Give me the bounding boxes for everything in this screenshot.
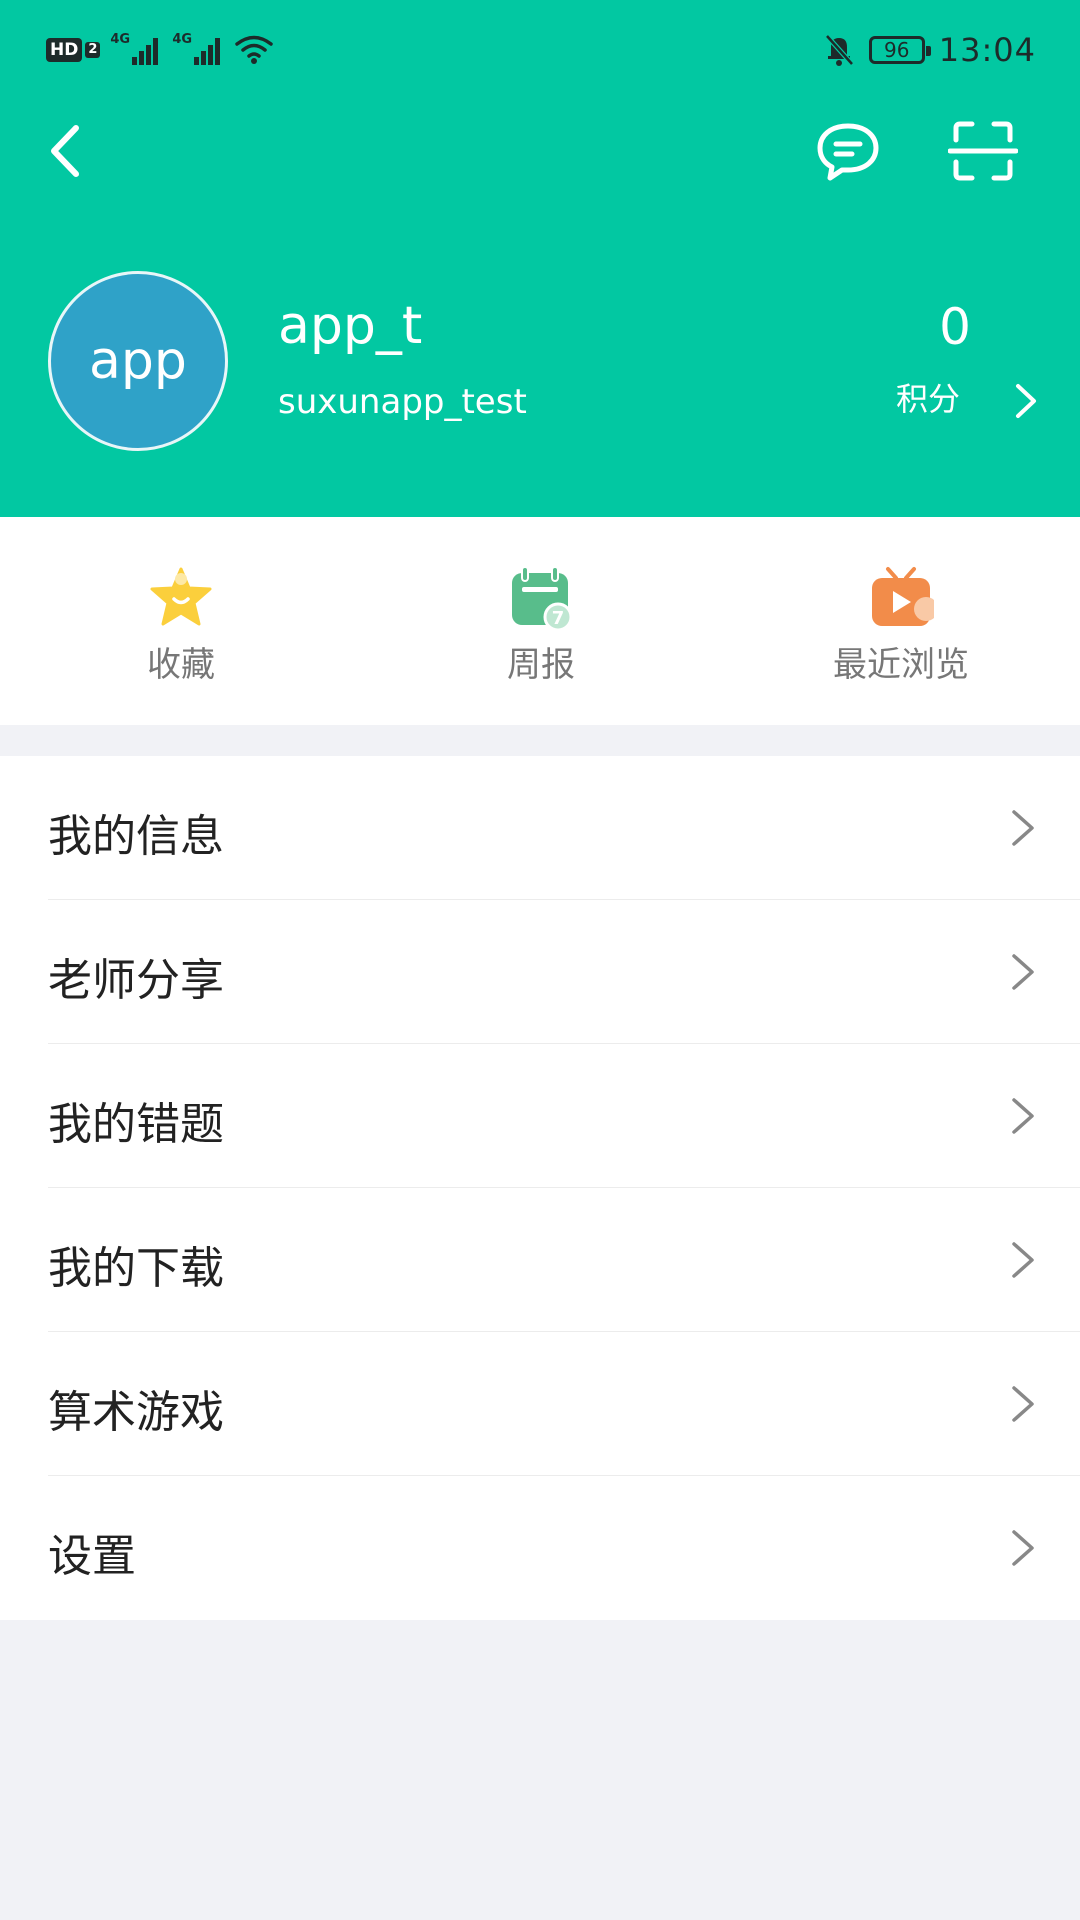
menu-item-label: 我的下载	[48, 1243, 224, 1294]
quick-action-label: 收藏	[147, 645, 215, 685]
quick-action-label: 最近浏览	[833, 645, 969, 685]
points-value[interactable]: 0	[900, 298, 1010, 356]
hd-icon: HD 2	[46, 38, 101, 62]
clock: 13:04	[938, 31, 1036, 69]
signal-2-label: 4G	[172, 32, 193, 47]
chevron-right-icon	[1012, 1530, 1034, 1566]
back-arrow-icon[interactable]	[40, 118, 96, 184]
chevron-right-icon[interactable]	[1008, 378, 1042, 424]
username: app_t	[278, 296, 423, 356]
menu-item-my-info[interactable]: 我的信息	[48, 756, 1080, 900]
chevron-right-icon	[1012, 1098, 1034, 1134]
profile-header: HD 2 4G 4G 96 13:04 app app_t suxunapp_t…	[0, 0, 1080, 517]
wifi-icon	[235, 35, 274, 64]
menu-item-teacher-share[interactable]: 老师分享	[48, 900, 1080, 1044]
battery-level: 96	[884, 38, 910, 62]
signal-icon-1: 4G	[110, 32, 162, 68]
quick-action-label: 周报	[507, 645, 575, 685]
account-id: suxunapp_test	[278, 382, 527, 422]
calendar-icon: 7	[512, 566, 573, 631]
quick-action-recent[interactable]: 最近浏览	[801, 565, 1001, 686]
battery-icon: 96	[868, 36, 931, 64]
quick-action-weekly-report[interactable]: 7 周报	[441, 565, 641, 686]
hd-label: HD	[46, 38, 83, 62]
bell-muted-icon	[824, 34, 854, 66]
quick-action-favorites[interactable]: 收藏	[81, 565, 281, 686]
menu-item-label: 我的信息	[48, 811, 224, 862]
avatar-text: app	[89, 331, 187, 391]
signal-icon-2: 4G	[172, 32, 224, 68]
chevron-right-icon	[1012, 1386, 1034, 1422]
chevron-right-icon	[1012, 954, 1034, 990]
status-bar: HD 2 4G 4G 96 13:04	[0, 0, 1080, 100]
scan-icon[interactable]	[948, 118, 1018, 184]
star-icon	[150, 567, 212, 626]
avatar[interactable]: app	[48, 271, 228, 451]
chevron-right-icon	[1012, 810, 1034, 846]
menu-item-settings[interactable]: 设置	[48, 1476, 1080, 1620]
svg-text:7: 7	[552, 608, 565, 629]
menu-item-downloads[interactable]: 我的下载	[48, 1188, 1080, 1332]
message-icon[interactable]	[812, 118, 884, 184]
menu-item-arithmetic-game[interactable]: 算术游戏	[48, 1332, 1080, 1476]
menu-item-label: 算术游戏	[48, 1387, 224, 1438]
chevron-right-icon	[1012, 1242, 1034, 1278]
menu-item-wrong-questions[interactable]: 我的错题	[48, 1044, 1080, 1188]
menu-item-label: 老师分享	[48, 955, 224, 1006]
menu-list: 我的信息 老师分享 我的错题 我的下载 算术游戏 设置	[0, 756, 1080, 1620]
menu-item-label: 我的错题	[48, 1099, 224, 1150]
tv-play-icon	[872, 567, 934, 626]
signal-1-label: 4G	[110, 32, 131, 47]
menu-item-label: 设置	[48, 1531, 136, 1582]
hd-sim-label: 2	[85, 42, 101, 58]
points-label[interactable]: 积分	[896, 374, 960, 420]
quick-actions: 收藏 7 周报 最近浏览	[0, 517, 1080, 725]
